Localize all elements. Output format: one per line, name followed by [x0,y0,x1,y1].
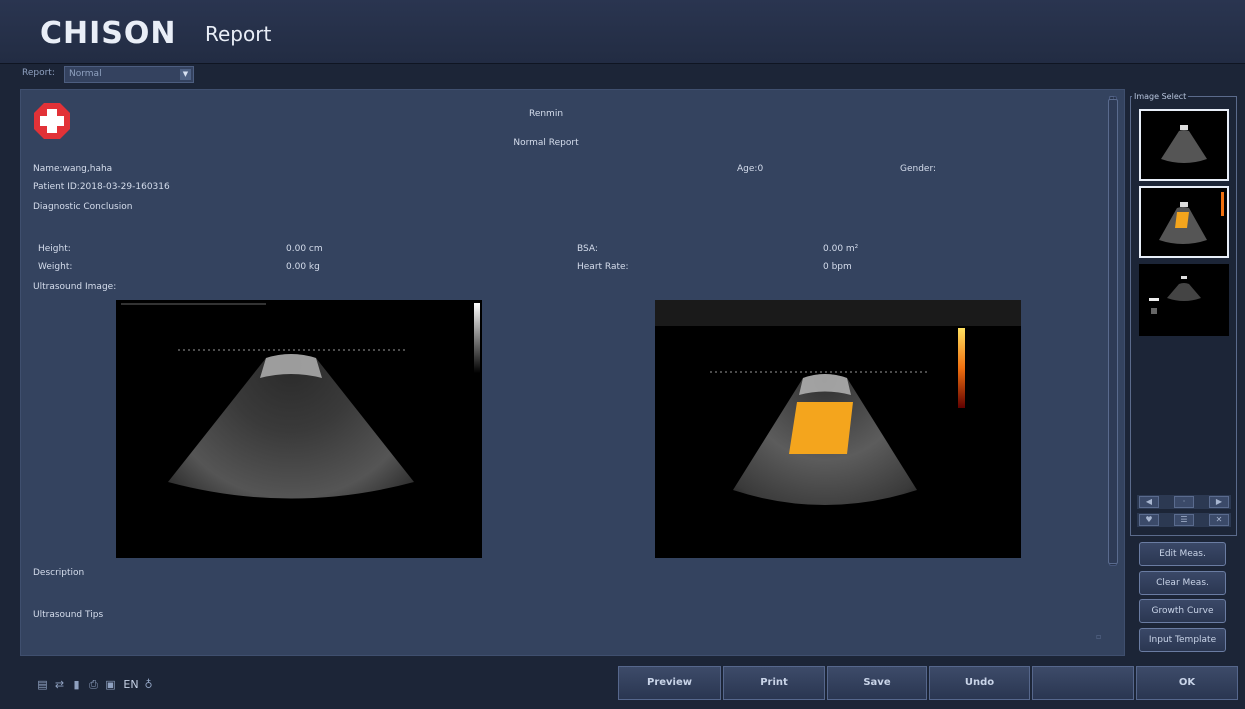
patient-gender: Gender: [900,164,937,174]
thumbnail-3[interactable] [1139,264,1229,336]
heart-icon[interactable]: ♥ [1139,514,1159,526]
disk-icon: ▣ [105,678,116,691]
height-value: 0.00 cm [286,244,323,254]
thumbnail-actions: ♥ ☰ ✕ [1137,513,1231,527]
scroll-corner-icon[interactable]: ▫ [1096,632,1101,641]
patient-age: Age:0 [737,164,764,174]
weight-label: Weight: [38,262,73,272]
ultrasound-image-colorflow[interactable] [655,300,1021,558]
growth-curve-button[interactable]: Growth Curve [1139,599,1226,623]
microphone-icon: ♁ [144,678,153,691]
bsa-value: 0.00 m² [823,244,859,254]
chevron-down-icon[interactable]: ▼ [180,69,191,80]
report-type-value: Normal [69,69,102,79]
ok-button[interactable]: OK [1136,666,1238,700]
list-icon[interactable]: ☰ [1174,514,1194,526]
ultrasound-tips-label: Ultrasound Tips [33,610,104,620]
edit-meas-button[interactable]: Edit Meas. [1139,542,1226,566]
printer-icon: ⎙ [89,678,98,691]
delete-icon[interactable]: ✕ [1209,514,1229,526]
thumbnail-scroll-thumb[interactable]: · [1174,496,1194,508]
patient-id: Patient ID:2018-03-29-160316 [33,182,170,192]
ultrasound-image-bmode[interactable] [116,300,482,558]
hospital-cross-icon [34,103,70,139]
hospital-name: Renmin [528,109,564,119]
document-icon: ▮ [73,678,80,691]
language-indicator: EN [123,678,139,691]
print-button[interactable]: Print [723,666,825,700]
diagnostic-conclusion-label: Diagnostic Conclusion [33,202,133,212]
save-button[interactable]: Save [827,666,927,700]
report-title: Normal Report [513,138,579,148]
thumbnail-prev-icon[interactable]: ◀ [1139,496,1159,508]
image-select-label: Image Select [1132,92,1189,101]
ultrasound-image-label: Ultrasound Image: [33,282,117,292]
storage-icon: ▤ [37,678,48,691]
bsa-label: BSA: [577,244,598,254]
heart-rate-label: Heart Rate: [577,262,629,272]
description-label: Description [33,568,85,578]
report-scrollbar-thumb[interactable] [1108,99,1118,564]
undo-button[interactable]: Undo [929,666,1030,700]
heart-rate-value: 0 bpm [823,262,852,272]
thumbnail-2[interactable] [1139,186,1229,258]
report-select-label: Report: [22,68,55,78]
brand-logo: CHISON [40,16,177,51]
header-bar: CHISON Report [0,0,1245,64]
input-template-button[interactable]: Input Template [1139,628,1226,652]
report-window: CHISON Report Report: Normal ▼ ▫ ▫ Renmi… [0,0,1245,709]
blank-button[interactable] [1032,666,1134,700]
thumbnail-1[interactable] [1139,109,1229,181]
page-title: Report [205,22,272,46]
thumbnail-scrollbar[interactable]: ◀ · ▶ [1137,495,1231,509]
preview-button[interactable]: Preview [618,666,721,700]
patient-name: Name:wang,haha [33,164,113,174]
weight-value: 0.00 kg [286,262,320,272]
thumbnail-next-icon[interactable]: ▶ [1209,496,1229,508]
clear-meas-button[interactable]: Clear Meas. [1139,571,1226,595]
height-label: Height: [38,244,71,254]
scroll-up-icon[interactable]: ▫ [1109,93,1114,102]
thumbnail-navigation: ◀ · ▶ ♥ ☰ ✕ [1137,495,1231,531]
usb-icon: ⇄ [54,678,65,691]
report-type-select[interactable]: Normal ▼ [64,66,194,83]
